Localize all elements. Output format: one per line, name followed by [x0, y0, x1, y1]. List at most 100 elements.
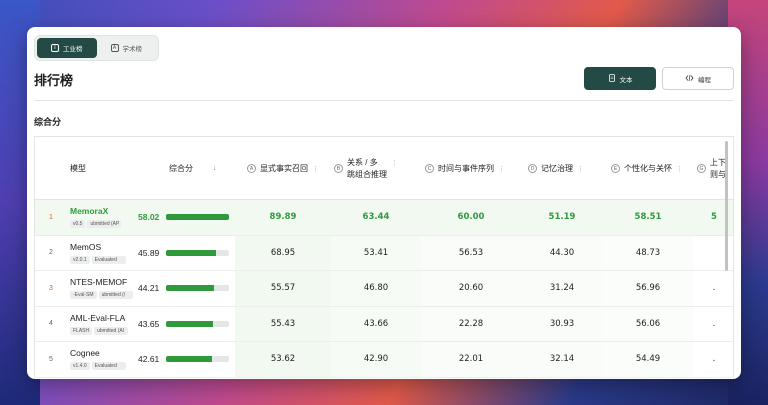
column-g-label-line1: 上下 — [710, 157, 726, 167]
score-cell-g: . — [693, 342, 733, 377]
column-g[interactable]: G 上下 则与 — [697, 137, 726, 200]
score-cell-d: 44.30 — [521, 235, 603, 270]
score-cell-g: . — [693, 271, 733, 306]
overall-score-bar-fill — [166, 320, 214, 327]
column-e[interactable]: E 个性化与关怀 ⋮ — [611, 137, 683, 200]
column-a[interactable]: A 显式事实召回 ⋮ — [247, 137, 319, 200]
score-cell-b: 53.41 — [331, 235, 421, 270]
badge-g-icon: G — [697, 164, 706, 173]
overall-score-bar-fill — [166, 249, 216, 256]
board-tabs: I 工业榜 A 学术榜 — [34, 35, 159, 61]
table-row[interactable]: 3 NTES-MEMOF -Eval-SM ubmitted (/ 44.21 5… — [35, 271, 733, 307]
overall-score-bar — [166, 249, 229, 256]
column-g-label-line2: 则与 — [710, 169, 726, 179]
status-badge: Evaluated — [91, 255, 126, 264]
score-cell-a: 68.95 — [235, 235, 331, 270]
overall-score-bar — [166, 214, 229, 220]
score-cell-c: 56.53 — [421, 235, 521, 270]
overall-score: 45.89 — [138, 247, 160, 258]
section-title: 综合分 — [34, 117, 62, 127]
column-a-label: 显式事实召回 — [260, 164, 308, 173]
model-name[interactable]: MemoraX — [70, 206, 138, 216]
score-cell-d: 51.19 — [548, 212, 576, 223]
version-badge: FLASH — [70, 326, 93, 335]
score-cell-b: 63.44 — [362, 212, 390, 223]
model-cell: Cognee v1.4.0 Evaluated — [70, 348, 138, 370]
column-c-label: 时间与事件序列 — [438, 164, 494, 173]
overall-score: 44.21 — [138, 283, 160, 294]
score-cell-a: 53.62 — [235, 342, 331, 377]
tab-industry-label: 工业榜 — [63, 46, 83, 53]
column-c-menu-icon[interactable]: ⋮ — [498, 165, 505, 173]
column-e-label: 个性化与关怀 — [624, 164, 672, 173]
column-overall-label: 综合分 — [169, 164, 193, 173]
column-d[interactable]: D 记忆治理 ⋮ — [528, 137, 584, 200]
status-badge: Evaluated — [91, 362, 126, 370]
header-divider — [34, 100, 734, 101]
code-mode-label: 编程 — [698, 76, 711, 84]
overall-score-bar-fill — [166, 356, 212, 362]
column-model[interactable]: 模型 — [70, 137, 86, 200]
table-scrollbar[interactable] — [725, 141, 728, 271]
score-cell-c: 22.01 — [421, 342, 521, 377]
score-cell-e: 48.73 — [603, 235, 693, 270]
document-icon — [608, 73, 616, 84]
score-cell-b: 42.90 — [331, 342, 421, 377]
rank-number: 3 — [49, 284, 53, 292]
model-name[interactable]: NTES-MEMOF — [70, 277, 138, 287]
table-row[interactable]: 1 MemoraX v0.5 ubmitted (AP 58.02 89.89 63… — [35, 200, 733, 236]
academic-icon: A — [110, 44, 119, 52]
badge-d-icon: D — [528, 164, 537, 173]
column-b-menu-icon[interactable]: ⋮ — [391, 159, 398, 167]
table-row[interactable]: 5 Cognee v1.4.0 Evaluated 42.61 53.62 42.9… — [35, 342, 733, 378]
column-overall[interactable]: 综合分 ↓ — [169, 137, 217, 200]
table-row[interactable]: 4 AML-Eval-FLA FLASH ubmitted (AI 43.65 5… — [35, 306, 733, 342]
text-mode-button[interactable]: 文本 — [584, 67, 656, 90]
model-name[interactable]: AML-Eval-FLA — [70, 313, 138, 323]
score-cell-c: 22.28 — [421, 306, 521, 341]
column-c[interactable]: C 时间与事件序列 ⋮ — [425, 137, 505, 200]
status-badge: ubmitted (AP — [87, 220, 122, 228]
score-cell-a: 55.43 — [235, 306, 331, 341]
model-name[interactable]: Cognee — [70, 348, 138, 358]
score-cell-e: 56.96 — [603, 271, 693, 306]
status-badge: ubmitted (AI — [94, 326, 129, 335]
tab-academic[interactable]: A 学术榜 — [97, 38, 157, 58]
leaderboard-table: 模型 综合分 ↓ A 显式事实召回 ⋮ B 关系 / 多 跳组合推理 ⋮ C 时… — [34, 136, 734, 379]
score-cell-e: 56.06 — [603, 306, 693, 341]
version-badge: v0.5 — [70, 220, 86, 228]
column-d-menu-icon[interactable]: ⋮ — [577, 165, 584, 173]
code-mode-button[interactable]: 编程 — [662, 67, 734, 90]
score-cell-d: 30.93 — [521, 306, 603, 341]
page-title: 排行榜 — [34, 73, 74, 88]
status-badge: ubmitted (/ — [98, 291, 133, 299]
version-badge: v2.0.1 — [70, 255, 90, 264]
score-cell-g: . — [693, 306, 733, 341]
column-b-label-line1: 关系 / 多 — [347, 157, 378, 167]
score-cell-b: 43.66 — [331, 306, 421, 341]
leaderboard-window: I 工业榜 A 学术榜 排行榜 文本 编程 综合分 模型 综合分 ↓ A 显式事… — [27, 27, 741, 379]
column-b-label-line2: 跳组合推理 — [347, 169, 387, 179]
version-badge: -Eval-SM — [70, 291, 97, 299]
overall-score-bar-fill — [166, 214, 229, 220]
column-a-menu-icon[interactable]: ⋮ — [312, 165, 319, 173]
tab-industry[interactable]: I 工业榜 — [37, 38, 97, 58]
tab-academic-label: 学术榜 — [122, 46, 143, 53]
industry-icon: I — [51, 44, 59, 52]
score-cell-a: 89.89 — [269, 212, 297, 223]
badge-b-icon: B — [334, 164, 343, 173]
badge-e-icon: E — [611, 164, 620, 173]
score-cell-e: 54.49 — [603, 342, 693, 377]
table-row[interactable]: 2 MemOS v2.0.1 Evaluated 45.89 68.95 53.41… — [35, 235, 733, 271]
rank-number: 1 — [49, 213, 53, 221]
sort-desc-icon[interactable]: ↓ — [213, 165, 217, 172]
version-badge: v1.4.0 — [70, 362, 90, 370]
rank-number: 5 — [49, 355, 53, 363]
model-cell: NTES-MEMOF -Eval-SM ubmitted (/ — [70, 277, 138, 299]
overall-score-bar — [166, 356, 229, 362]
column-b[interactable]: B 关系 / 多 跳组合推理 ⋮ — [334, 137, 398, 200]
overall-score-bar — [166, 320, 229, 327]
column-e-menu-icon[interactable]: ⋮ — [676, 165, 683, 173]
rank-number: 2 — [49, 249, 53, 257]
model-name[interactable]: MemOS — [70, 242, 138, 252]
